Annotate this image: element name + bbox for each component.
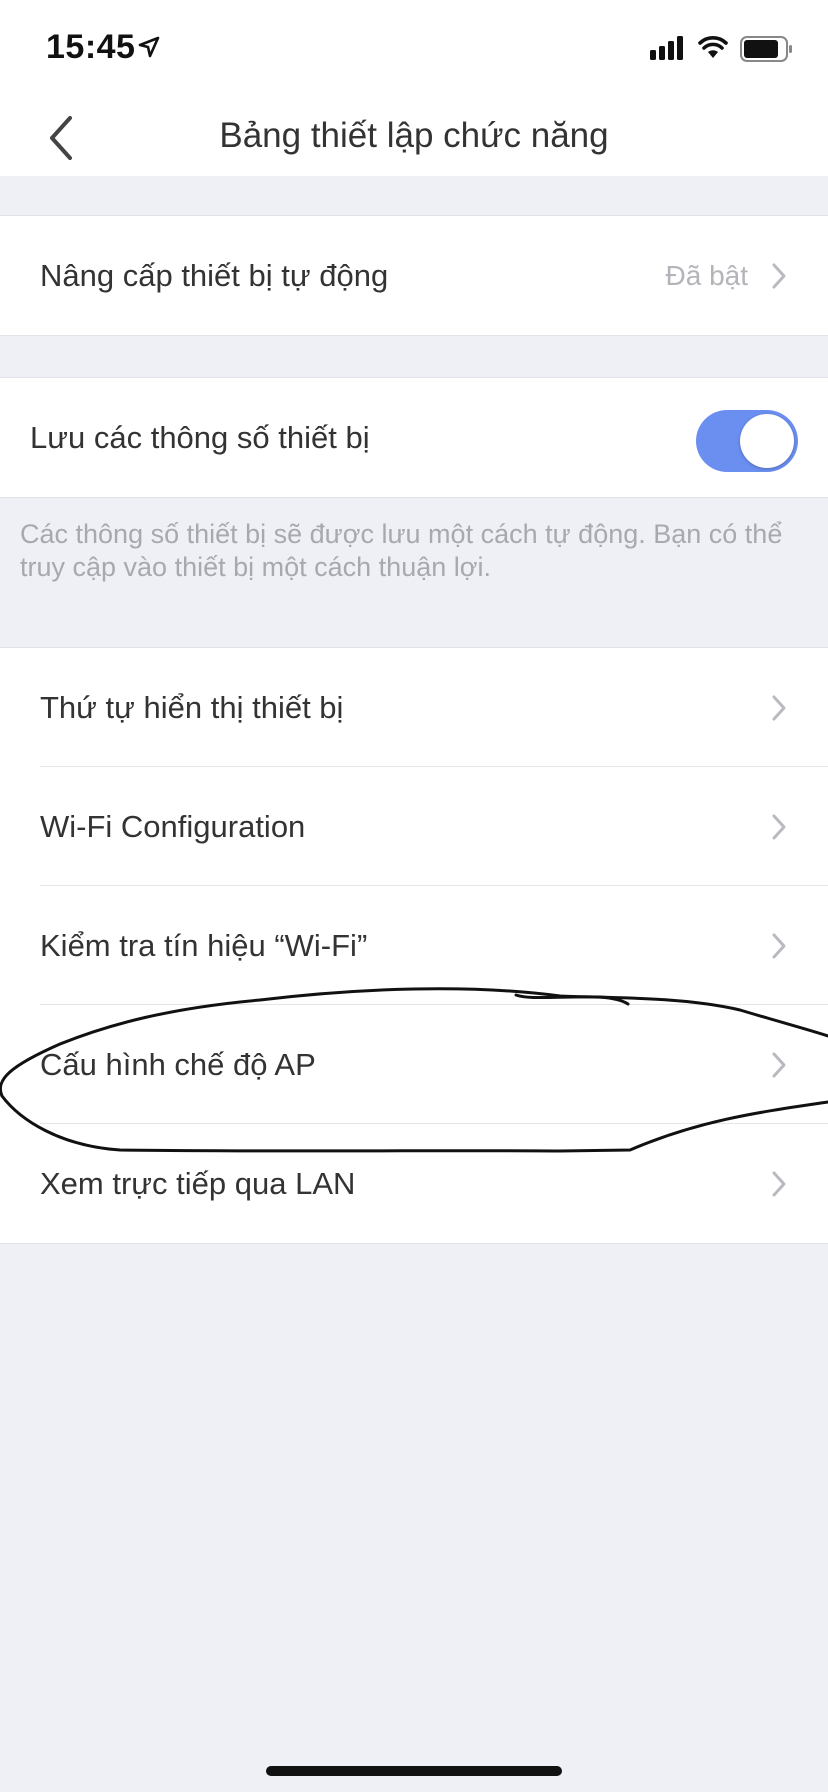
page-title: Bảng thiết lập chức năng	[219, 116, 609, 155]
menu-item-lan-live-view[interactable]: Xem trực tiếp qua LAN	[0, 1124, 828, 1243]
chevron-right-icon	[772, 1171, 786, 1197]
location-arrow-icon	[138, 36, 160, 58]
menu-item-label: Kiểm tra tín hiệu “Wi-Fi”	[40, 928, 368, 963]
menu-item-display-order[interactable]: Thứ tự hiển thị thiết bị	[0, 648, 828, 767]
wifi-icon	[698, 36, 728, 58]
save-params-description: Các thông số thiết bị sẽ được lưu một cá…	[20, 519, 783, 582]
nav-bar: Bảng thiết lập chức năng	[0, 100, 828, 176]
chevron-right-icon	[772, 814, 786, 840]
menu-item-label: Cấu hình chế độ AP	[40, 1047, 316, 1082]
auto-upgrade-label: Nâng cấp thiết bị tự động	[40, 258, 389, 293]
auto-upgrade-row[interactable]: Nâng cấp thiết bị tự động Đã bật	[0, 216, 828, 335]
auto-upgrade-group: Nâng cấp thiết bị tự động Đã bật	[0, 215, 828, 336]
auto-upgrade-value: Đã bật	[665, 260, 749, 291]
cellular-signal-icon	[650, 36, 683, 60]
chevron-right-icon	[772, 263, 786, 289]
menu-item-label: Thứ tự hiển thị thiết bị	[40, 690, 344, 725]
save-params-row: Lưu các thông số thiết bị	[0, 378, 828, 497]
menu-item-label: Wi-Fi Configuration	[40, 809, 306, 844]
save-params-group: Lưu các thông số thiết bị	[0, 377, 828, 498]
chevron-right-icon	[772, 1052, 786, 1078]
save-params-toggle[interactable]	[696, 410, 798, 472]
menu-group: Thứ tự hiển thị thiết bị Wi-Fi Configura…	[0, 647, 828, 1244]
chevron-right-icon	[772, 933, 786, 959]
status-time: 15:45	[46, 28, 136, 66]
battery-icon	[740, 36, 792, 62]
chevron-right-icon	[772, 695, 786, 721]
save-params-label: Lưu các thông số thiết bị	[30, 420, 370, 455]
menu-item-wifi-configuration[interactable]: Wi-Fi Configuration	[0, 767, 828, 886]
home-indicator[interactable]	[266, 1766, 562, 1776]
status-bar: 15:45	[0, 0, 828, 100]
menu-item-wifi-signal-check[interactable]: Kiểm tra tín hiệu “Wi-Fi”	[0, 886, 828, 1005]
toggle-knob	[740, 414, 794, 468]
menu-item-label: Xem trực tiếp qua LAN	[40, 1166, 356, 1201]
menu-item-ap-mode-config[interactable]: Cấu hình chế độ AP	[0, 1005, 828, 1124]
